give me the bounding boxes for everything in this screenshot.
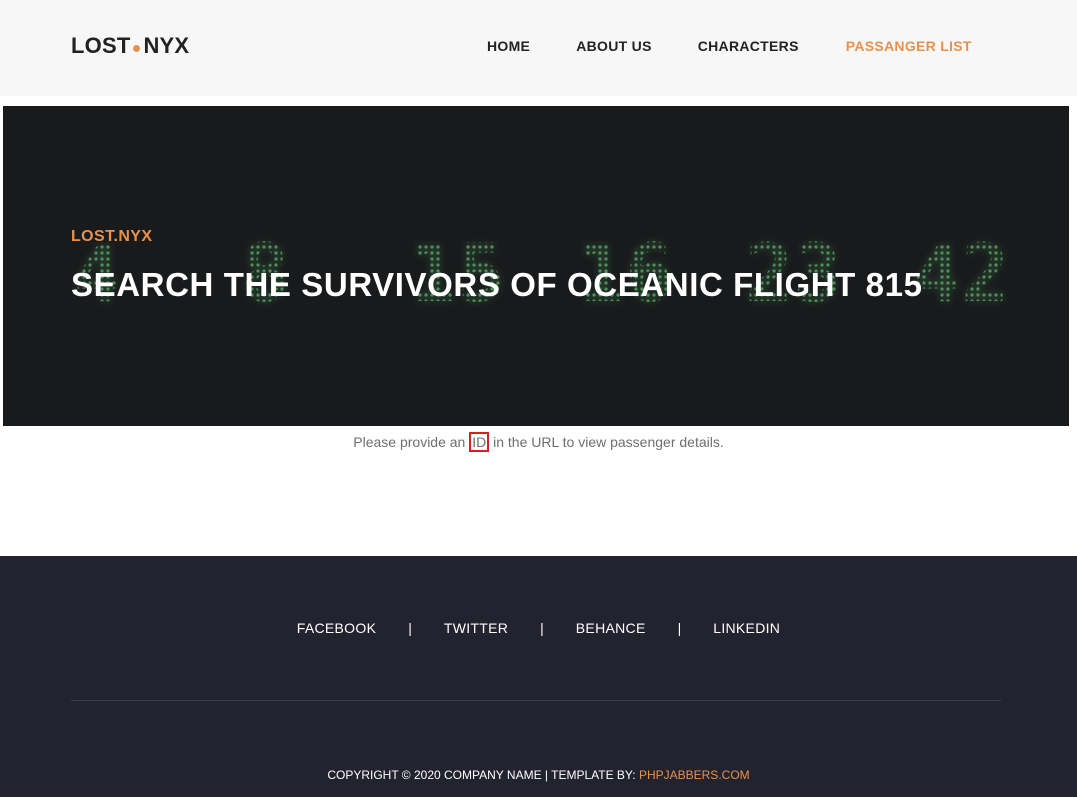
message-id-highlight: ID xyxy=(469,432,490,452)
social-link-facebook[interactable]: FACEBOOK xyxy=(297,620,376,636)
logo-dot xyxy=(133,45,141,52)
logo-text-nyx: NYX xyxy=(143,33,190,58)
hero-banner: 4 8 15 16 23 42 LOST.NYX SEARCH THE SURVIVORS… xyxy=(3,106,1069,426)
nav-about-us[interactable]: ABOUT US xyxy=(576,38,652,54)
site-header: LOST NYX HOME ABOUT US CHARACTERS PASSAN… xyxy=(0,0,1077,96)
social-link-behance[interactable]: BEHANCE xyxy=(576,620,646,636)
social-separator: | xyxy=(677,620,682,636)
nav-characters[interactable]: CHARACTERS xyxy=(698,38,799,54)
nav-home[interactable]: HOME xyxy=(487,38,530,54)
copyright: COPYRIGHT © 2020 COMPANY NAME | TEMPLATE… xyxy=(0,768,1077,782)
site-logo[interactable]: LOST NYX xyxy=(71,33,189,59)
social-links: FACEBOOK | TWITTER | BEHANCE | LINKEDIN xyxy=(0,620,1077,636)
message-text-before: Please provide an xyxy=(353,434,470,450)
hero-subtitle: LOST.NYX xyxy=(71,228,153,245)
nav-passanger-list[interactable]: PASSANGER LIST xyxy=(846,38,972,54)
site-footer: FACEBOOK | TWITTER | BEHANCE | LINKEDIN … xyxy=(0,556,1077,797)
hero-background-number: 42 xyxy=(913,227,1009,320)
template-credit-link[interactable]: PHPJABBERS.COM xyxy=(639,768,750,782)
social-link-linkedin[interactable]: LINKEDIN xyxy=(713,620,780,636)
hero-title: SEARCH THE SURVIVORS OF OCEANIC FLIGHT 8… xyxy=(71,266,923,303)
social-separator: | xyxy=(408,620,412,636)
social-separator: | xyxy=(540,620,544,636)
copyright-text: COPYRIGHT © 2020 COMPANY NAME | TEMPLATE… xyxy=(327,768,639,782)
main-nav: HOME ABOUT US CHARACTERS PASSANGER LIST xyxy=(487,38,972,54)
social-link-twitter[interactable]: TWITTER xyxy=(444,620,508,636)
footer-divider xyxy=(71,700,1001,701)
info-message: Please provide an ID in the URL to view … xyxy=(0,432,1077,452)
logo-text-lost: LOST xyxy=(71,33,131,58)
message-text-after: in the URL to view passenger details. xyxy=(489,434,724,450)
